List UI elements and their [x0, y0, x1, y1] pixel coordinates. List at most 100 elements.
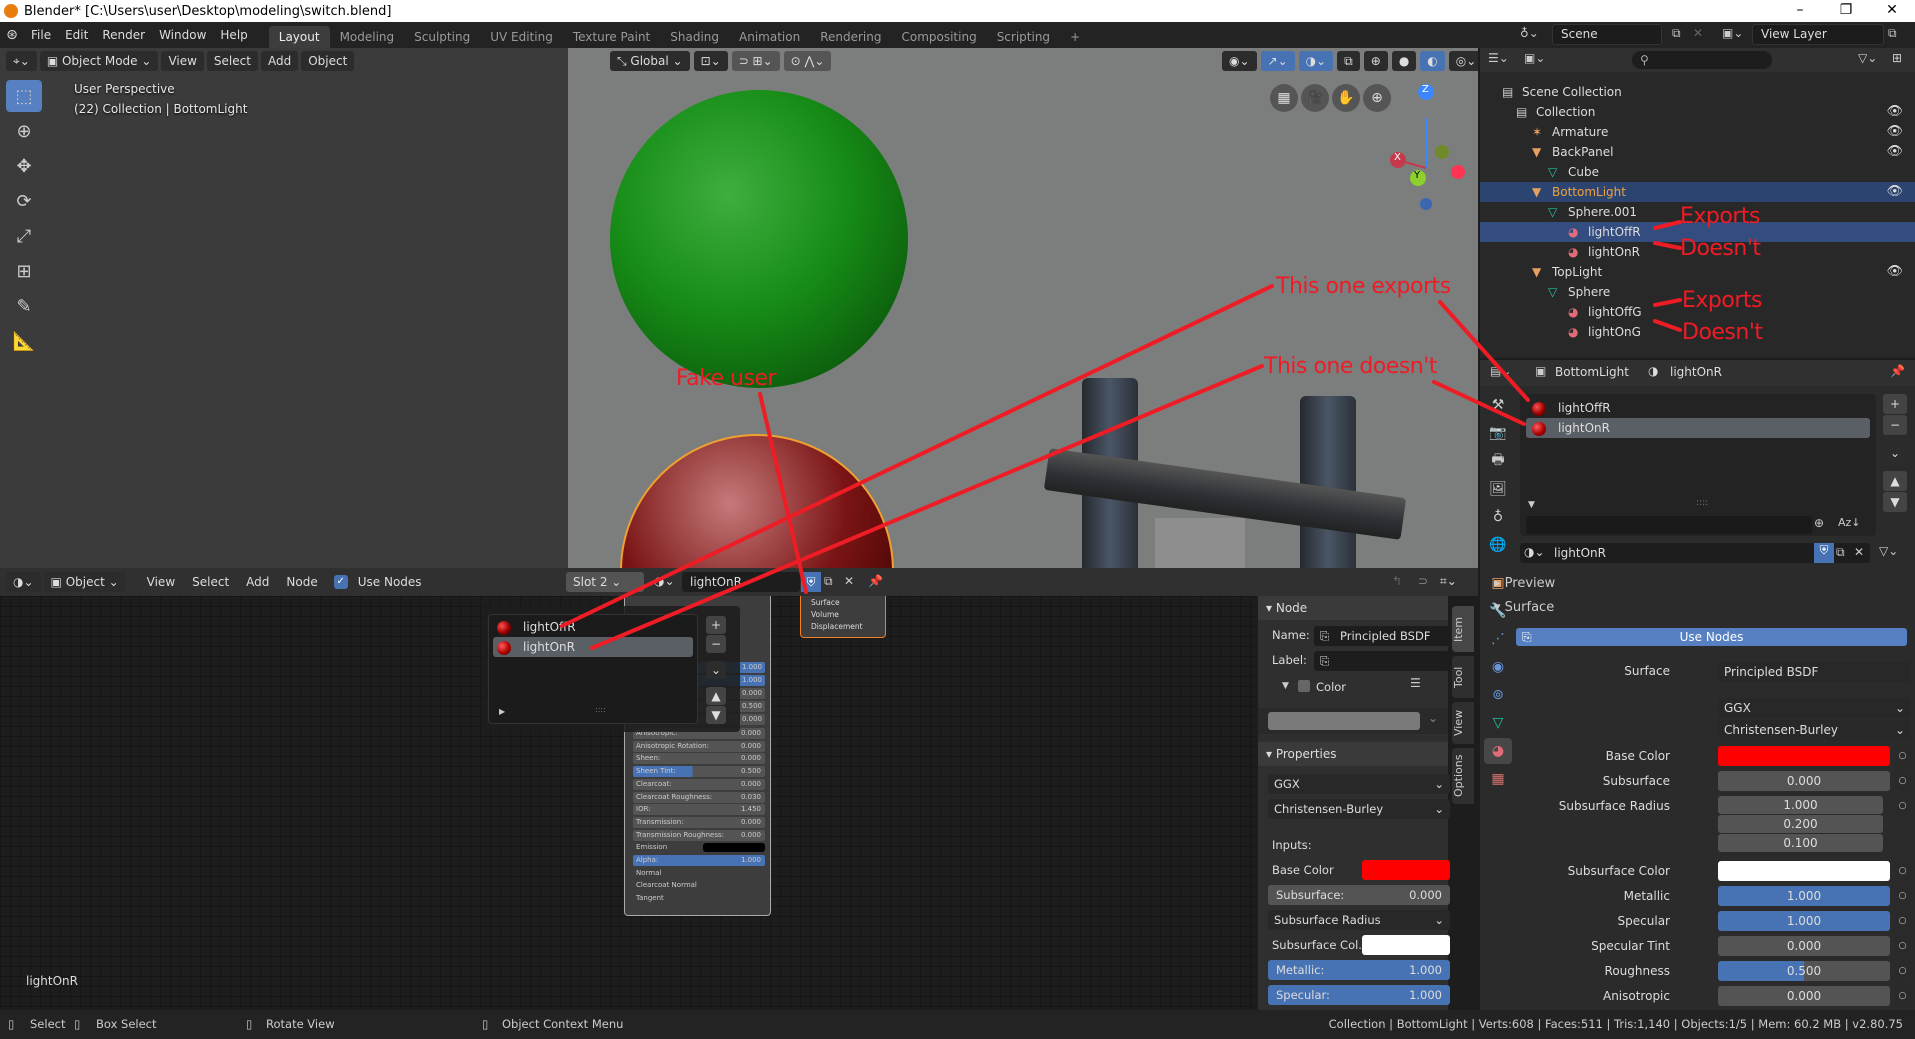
- overlay-toggle-icon[interactable]: ◑⌄: [1298, 51, 1334, 71]
- remove-slot-button[interactable]: −: [1883, 415, 1907, 435]
- material-slot-lightoffr[interactable]: lightOffR: [1526, 398, 1870, 418]
- pan-view-icon[interactable]: ✋: [1332, 84, 1360, 112]
- input-link-icon[interactable]: ○: [1894, 886, 1911, 906]
- slot-specials-button[interactable]: ⌄: [1883, 443, 1907, 463]
- visibility-eye-icon[interactable]: 👁: [1886, 122, 1903, 142]
- node-label-field[interactable]: ⎘: [1314, 651, 1450, 671]
- tab-scene-icon[interactable]: ♁: [1484, 504, 1512, 530]
- shading-wireframe-icon[interactable]: ⊕: [1363, 51, 1388, 71]
- input-link-icon[interactable]: ○: [1894, 771, 1911, 791]
- slider-field[interactable]: 0.500: [1718, 961, 1890, 981]
- new-scene-icon[interactable]: ⧉: [1672, 26, 1681, 41]
- outliner-item-armature[interactable]: ✶ Armature 👁: [1480, 122, 1915, 142]
- 3d-viewport[interactable]: ⌖⌄ ▣ Object Mode ⌄ View Select Add Objec…: [0, 48, 1478, 568]
- input-link-icon[interactable]: ○: [1894, 911, 1911, 931]
- node-section-header[interactable]: ▾ Node: [1258, 596, 1448, 620]
- outliner-item-scene-collection[interactable]: ▤ Scene Collection: [1480, 82, 1915, 102]
- radius-component-field[interactable]: 0.100: [1718, 834, 1883, 852]
- list-resize-handle[interactable]: ::::: [1696, 498, 1708, 508]
- sidebar-base-color-swatch[interactable]: [1362, 860, 1450, 880]
- sidebar-tab-item[interactable]: Item: [1452, 606, 1474, 652]
- slot-filter-input[interactable]: [1526, 516, 1812, 534]
- workspace-tab-layout[interactable]: Layout: [268, 26, 330, 48]
- material-browse-icon[interactable]: ◑⌄: [1524, 545, 1545, 559]
- bsdf-input-row[interactable]: Clearcoat: 0.000: [633, 778, 765, 790]
- input-link-icon[interactable]: ○: [1894, 746, 1911, 766]
- popup-slot-lightonr[interactable]: lightOnR: [493, 637, 693, 657]
- new-collection-icon[interactable]: ⊞: [1892, 51, 1902, 65]
- tab-particles-icon[interactable]: ⋰: [1484, 626, 1512, 652]
- snap-icon[interactable]: ⊃ ⊞⌄: [731, 51, 780, 71]
- popup-resize-handle[interactable]: ::::: [595, 705, 606, 714]
- tab-view-layer-icon[interactable]: 🖼: [1484, 476, 1512, 502]
- menu-file[interactable]: File: [24, 22, 58, 48]
- menu-window[interactable]: Window: [152, 22, 213, 48]
- workspace-tab-modeling[interactable]: Modeling: [330, 26, 405, 48]
- workspace-tab-compositing[interactable]: Compositing: [891, 26, 986, 48]
- unlink-material-icon[interactable]: ✕: [1854, 545, 1864, 559]
- sidebar-subsurface-field[interactable]: Subsurface: 0.000: [1268, 885, 1450, 905]
- visibility-eye-icon[interactable]: 👁: [1886, 102, 1903, 122]
- menu-edit[interactable]: Edit: [58, 22, 95, 48]
- sidebar-tab-tool[interactable]: Tool: [1452, 656, 1474, 698]
- surface-panel-header[interactable]: ▾ Surface: [1494, 600, 1554, 615]
- distribution-dropdown[interactable]: GGX ⌄: [1268, 774, 1450, 794]
- measure-tool-icon[interactable]: 📐: [6, 325, 42, 357]
- close-window-button[interactable]: ✕: [1869, 0, 1915, 22]
- workspace-tab-sculpting[interactable]: Sculpting: [404, 26, 480, 48]
- tab-object-data-icon[interactable]: ▽: [1484, 710, 1512, 736]
- snap-element-icon[interactable]: ⌗⌄: [1440, 574, 1457, 589]
- minimize-button[interactable]: –: [1777, 0, 1823, 22]
- bsdf-input-row[interactable]: Sheen: 0.000: [633, 753, 765, 765]
- sidebar-subsurface-color-swatch[interactable]: [1362, 935, 1450, 955]
- maximize-button[interactable]: ❐: [1823, 0, 1869, 22]
- workspace-tab-texture-paint[interactable]: Texture Paint: [563, 26, 660, 48]
- blender-menu-icon[interactable]: ⊛: [0, 27, 24, 43]
- outliner-item-toplight[interactable]: ▼ TopLight 👁: [1480, 262, 1915, 282]
- transform-tool-icon[interactable]: ⊞: [6, 255, 42, 287]
- popup-move-down-button[interactable]: ▼: [706, 706, 726, 724]
- visibility-eye-icon[interactable]: 👁: [1886, 142, 1903, 162]
- shader-type-selector[interactable]: ▣ Object ⌄: [43, 572, 126, 592]
- slider-field[interactable]: 0.000: [1718, 936, 1890, 956]
- view-layer-selector[interactable]: View Layer: [1752, 24, 1884, 45]
- move-tool-icon[interactable]: ✥: [6, 150, 42, 182]
- camera-view-icon[interactable]: 🎥: [1301, 84, 1329, 112]
- shading-solid-icon[interactable]: ●: [1391, 51, 1417, 71]
- workspace-tab-shading[interactable]: Shading: [660, 26, 729, 48]
- filter-icon[interactable]: ▽⌄: [1858, 51, 1877, 65]
- bsdf-input-row[interactable]: Tangent: [633, 893, 765, 904]
- color-checkbox[interactable]: [1298, 680, 1310, 692]
- popup-slot-specials-button[interactable]: ⌄: [706, 661, 726, 679]
- menu-render[interactable]: Render: [95, 22, 152, 48]
- node-menu-node[interactable]: Node: [279, 569, 324, 595]
- node-menu-view[interactable]: View: [140, 569, 182, 595]
- subsurface-method-dropdown[interactable]: Christensen-Burley ⌄: [1718, 720, 1911, 740]
- node-color-swatch[interactable]: [1268, 712, 1420, 730]
- move-slot-up-button[interactable]: ▲: [1883, 471, 1907, 491]
- slider-field[interactable]: 1.000: [1718, 911, 1890, 931]
- viewport-menu-select[interactable]: Select: [206, 51, 258, 71]
- add-workspace-button[interactable]: +: [1060, 26, 1090, 48]
- outliner-item-bottomlight[interactable]: ▼ BottomLight 👁: [1480, 182, 1915, 202]
- input-link-icon[interactable]: ○: [1894, 986, 1911, 1006]
- node-duplicate-material-icon[interactable]: ⧉: [824, 574, 833, 589]
- input-link-icon[interactable]: ○: [1894, 961, 1911, 981]
- delete-scene-icon[interactable]: ✕: [1693, 26, 1703, 40]
- surface-shader-field[interactable]: Principled BSDF: [1718, 662, 1911, 682]
- proportional-edit-icon[interactable]: ⊙ ⋀⌄: [783, 51, 832, 71]
- popup-move-up-button[interactable]: ▲: [706, 687, 726, 705]
- gizmo-toggle-icon[interactable]: ↗⌄: [1260, 51, 1295, 71]
- workspace-tab-uv-editing[interactable]: UV Editing: [480, 26, 563, 48]
- zoom-view-icon[interactable]: ⊕: [1363, 84, 1391, 112]
- link-mode-icon[interactable]: ▽⌄: [1879, 544, 1898, 558]
- shading-rendered-icon[interactable]: ◎⌄: [1448, 51, 1478, 71]
- subsurface-method-dropdown[interactable]: Christensen-Burley ⌄: [1268, 799, 1450, 819]
- slider-field[interactable]: 0.000: [1718, 771, 1890, 791]
- slider-field[interactable]: 0.000: [1718, 986, 1890, 1006]
- sidebar-metallic-field[interactable]: Metallic: 1.000: [1268, 960, 1450, 980]
- display-mode-icon[interactable]: ▣⌄: [1524, 51, 1545, 65]
- emission-color-swatch[interactable]: [703, 843, 765, 853]
- node-unlink-material-icon[interactable]: ✕: [844, 574, 854, 588]
- editor-type-icon[interactable]: ⌖⌄: [6, 51, 37, 71]
